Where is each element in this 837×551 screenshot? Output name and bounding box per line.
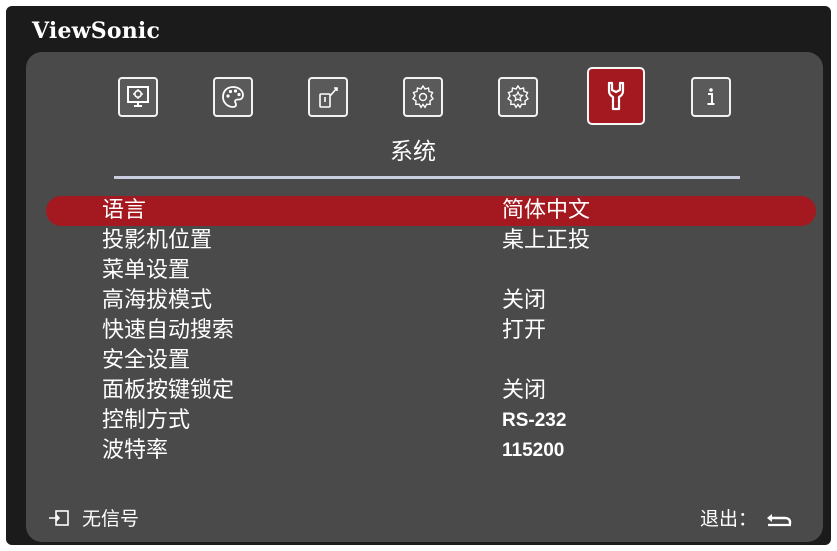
menu-item-value: 115200 [502,440,565,461]
tab-information[interactable] [686,72,736,122]
osd-panel: 系统 语言 简体中文 投影机位置 桌上正投 菜单设置 高海拔模式 关闭 快速自动… [26,52,823,542]
tab-advanced[interactable] [493,72,543,122]
menu-item-projector-position[interactable]: 投影机位置 桌上正投 [26,226,823,256]
menu-item-label: 投影机位置 [102,228,213,253]
picture-icon [127,86,149,107]
menu-item-label: 快速自动搜索 [102,318,235,343]
menu-item-control-method[interactable]: 控制方式 RS-232 [26,406,823,436]
projector-osd-window: ViewSonic 系统 语言 简体中文 投影机位置 桌上正投 菜单设置 高海拔… [6,6,831,545]
menu-item-value: 关闭 [502,378,547,403]
menu-item-label: 波特率 [102,438,169,463]
basic-settings-gear-icon [412,84,434,109]
menu-item-label: 语言 [102,198,147,223]
menu-item-panel-key-lock[interactable]: 面板按键锁定 关闭 [26,376,823,406]
menu-item-label: 面板按键锁定 [102,378,235,403]
input-status: 无信号 [48,504,139,531]
section-title: 系统 [390,139,436,165]
menu-item-value: 桌上正投 [502,228,591,253]
tab-power-management[interactable] [303,72,353,122]
menu-item-label: 控制方式 [102,408,191,433]
system-wrench-icon [607,81,625,111]
exit-label: 退出： [699,508,757,530]
advanced-settings-gear-icon [507,84,529,109]
menu-item-security-settings[interactable]: 安全设置 [26,346,823,376]
return-arrow-icon [767,513,792,526]
exit-hint[interactable]: 退出： [700,504,793,531]
title-divider [114,176,740,179]
tab-picture[interactable] [113,72,163,122]
menu-item-value: 打开 [502,318,547,343]
information-icon [707,88,715,105]
menu-item-value: 简体中文 [502,198,591,223]
menu-item-label: 菜单设置 [102,258,191,283]
tab-basic[interactable] [398,72,448,122]
menu-item-baud-rate[interactable]: 波特率 115200 [26,436,823,466]
color-palette-icon [222,86,244,108]
menu-item-label: 安全设置 [102,348,191,373]
menu-item-quick-auto-search[interactable]: 快速自动搜索 打开 [26,316,823,346]
menu-item-value: RS-232 [502,410,567,431]
input-status-text: 无信号 [82,508,140,530]
tab-system[interactable] [585,65,647,127]
menu-item-language[interactable]: 语言 简体中文 [46,196,816,226]
input-source-icon [49,509,69,526]
brand-logo: ViewSonic [32,18,161,44]
menu-item-high-altitude-mode[interactable]: 高海拔模式 关闭 [26,286,823,316]
power-management-icon [319,87,338,108]
menu-item-value: 关闭 [502,288,547,313]
menu-item-menu-settings[interactable]: 菜单设置 [26,256,823,286]
menu-item-label: 高海拔模式 [102,288,213,313]
tab-color[interactable] [208,72,258,122]
